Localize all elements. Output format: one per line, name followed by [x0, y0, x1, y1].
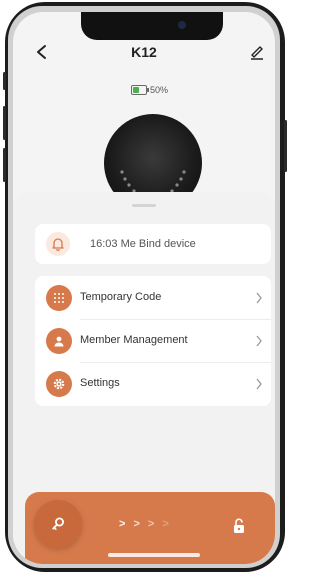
slide-arrows: > > > > — [119, 518, 169, 530]
slide-arrow: > — [162, 518, 169, 530]
person-badge — [46, 328, 72, 354]
power-button — [284, 120, 287, 172]
key-icon — [52, 517, 64, 530]
battery-icon — [131, 85, 149, 95]
bell-icon — [52, 238, 64, 251]
menu-item-label: Settings — [80, 377, 120, 389]
camera-icon — [178, 21, 186, 29]
volume-down-button — [3, 148, 6, 182]
sheet-grabber[interactable] — [132, 204, 156, 207]
chevron-right-icon — [256, 335, 262, 347]
battery-fill — [133, 87, 139, 93]
gear-icon — [53, 378, 65, 390]
page-title: K12 — [131, 44, 157, 60]
menu-item-label: Member Management — [80, 334, 188, 346]
gear-badge — [46, 371, 72, 397]
app-screen: K12 50% 16:03 Me Bind device Temporary C… — [13, 12, 275, 564]
keypad-icon — [54, 293, 64, 303]
edit-icon[interactable] — [249, 44, 265, 60]
header: K12 — [13, 42, 275, 62]
key-slider-handle[interactable] — [34, 500, 82, 548]
battery-level-text: 50% — [150, 85, 169, 95]
menu-item-member-management[interactable]: Member Management — [35, 319, 271, 362]
slide-arrow: > — [119, 518, 126, 530]
slide-arrow: > — [133, 518, 140, 530]
chevron-right-icon — [256, 378, 262, 390]
notch — [81, 12, 223, 40]
silent-switch — [3, 72, 6, 90]
bell-badge — [46, 232, 70, 256]
unlock-icon[interactable] — [232, 518, 246, 534]
battery-status: 50% — [131, 84, 168, 96]
battery-tip — [147, 88, 149, 92]
slide-arrow: > — [147, 518, 155, 530]
menu-card: Temporary Code Member Management Setting… — [35, 276, 271, 406]
home-indicator[interactable] — [108, 553, 200, 557]
menu-item-settings[interactable]: Settings — [35, 362, 271, 405]
keypad-badge — [46, 285, 72, 311]
recent-activity-card: 16:03 Me Bind device — [35, 224, 271, 264]
person-icon — [54, 336, 64, 347]
menu-item-label: Temporary Code — [80, 291, 162, 303]
volume-up-button — [3, 106, 6, 140]
chevron-right-icon — [256, 292, 262, 304]
activity-text: 16:03 Me Bind device — [90, 238, 196, 250]
menu-item-temporary-code[interactable]: Temporary Code — [35, 276, 271, 319]
